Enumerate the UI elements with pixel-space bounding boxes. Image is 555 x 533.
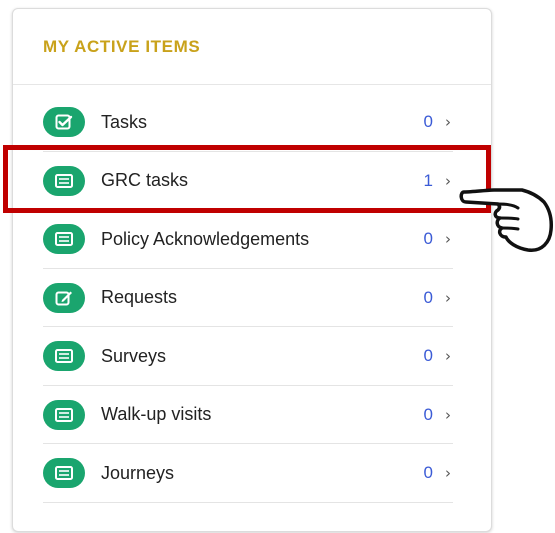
panel-header: MY ACTIVE ITEMS bbox=[13, 9, 491, 85]
list-card-icon bbox=[43, 341, 85, 372]
list-item-label: Requests bbox=[101, 287, 178, 308]
item-count: 0 bbox=[423, 463, 433, 483]
list-item-label: Walk-up visits bbox=[101, 404, 212, 425]
list-card-icon bbox=[43, 224, 85, 255]
chevron-right-icon: › bbox=[445, 171, 451, 190]
screen: MY ACTIVE ITEMS Tasks 0 › GRC tasks 1 › … bbox=[0, 0, 555, 533]
chevron-right-icon: › bbox=[445, 464, 451, 483]
list-item-label: Surveys bbox=[101, 345, 167, 366]
list-item-requests[interactable]: Requests 0 › bbox=[13, 269, 491, 328]
item-count: 0 bbox=[423, 112, 433, 132]
edit-icon bbox=[43, 282, 85, 313]
list-card-icon bbox=[43, 165, 85, 196]
panel-title: MY ACTIVE ITEMS bbox=[43, 36, 201, 56]
list-card-icon bbox=[43, 399, 85, 430]
item-count: 1 bbox=[423, 170, 433, 190]
list-item-policy-acknowledgements[interactable]: Policy Acknowledgements 0 › bbox=[13, 210, 491, 269]
chevron-right-icon: › bbox=[445, 347, 451, 366]
list-item-label: Policy Acknowledgements bbox=[101, 228, 310, 249]
item-count: 0 bbox=[423, 346, 433, 366]
item-count: 0 bbox=[423, 287, 433, 307]
item-count: 0 bbox=[423, 404, 433, 424]
list-item-surveys[interactable]: Surveys 0 › bbox=[13, 327, 491, 386]
my-active-items-panel: MY ACTIVE ITEMS Tasks 0 › GRC tasks 1 › … bbox=[12, 8, 492, 532]
chevron-right-icon: › bbox=[445, 405, 451, 424]
check-square-icon bbox=[43, 107, 85, 138]
chevron-right-icon: › bbox=[445, 113, 451, 132]
list-item-walk-up-visits[interactable]: Walk-up visits 0 › bbox=[13, 386, 491, 445]
list-item-label: GRC tasks bbox=[101, 170, 189, 191]
list-item-journeys[interactable]: Journeys 0 › bbox=[13, 444, 491, 503]
list-item-grc-tasks[interactable]: GRC tasks 1 › bbox=[13, 152, 491, 211]
list-card-icon bbox=[43, 458, 85, 489]
list-item-label: Journeys bbox=[101, 462, 175, 483]
list-item-tasks[interactable]: Tasks 0 › bbox=[13, 93, 491, 152]
chevron-right-icon: › bbox=[445, 230, 451, 249]
list-item-label: Tasks bbox=[101, 111, 148, 132]
item-count: 0 bbox=[423, 229, 433, 249]
active-items-list: Tasks 0 › GRC tasks 1 › Policy Acknowled… bbox=[13, 93, 491, 503]
chevron-right-icon: › bbox=[445, 288, 451, 307]
